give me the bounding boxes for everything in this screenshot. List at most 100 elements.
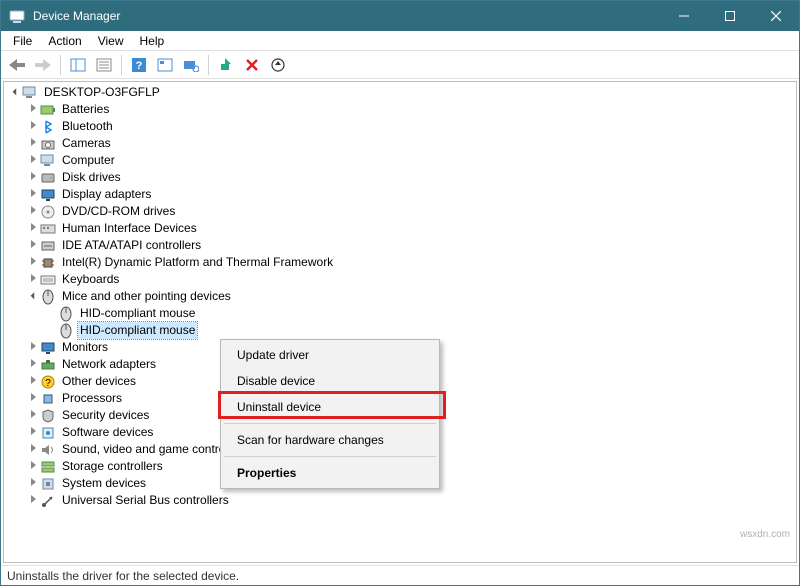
storage-icon (40, 459, 56, 475)
battery-icon (40, 102, 56, 118)
ctx-separator (224, 423, 436, 424)
tree-node[interactable]: Cameras (60, 135, 113, 152)
network-icon (40, 357, 56, 373)
tree-node[interactable]: Keyboards (60, 271, 121, 288)
minimize-button[interactable] (661, 1, 707, 31)
expand-arrow[interactable] (26, 118, 40, 135)
expand-arrow[interactable] (26, 339, 40, 356)
tree-node[interactable]: Display adapters (60, 186, 153, 203)
toolbar-icon-2[interactable] (153, 53, 177, 77)
expand-arrow[interactable] (26, 424, 40, 441)
tree-node[interactable]: Other devices (60, 373, 138, 390)
tree-root-label[interactable]: DESKTOP-O3FGFLP (42, 84, 162, 101)
statusbar-text: Uninstalls the driver for the selected d… (7, 569, 239, 583)
ctx-update-driver[interactable]: Update driver (223, 342, 437, 368)
ctx-uninstall-device[interactable]: Uninstall device (223, 394, 437, 420)
show-hide-tree-button[interactable] (66, 53, 90, 77)
ctx-scan-hardware[interactable]: Scan for hardware changes (223, 427, 437, 453)
tree-node[interactable]: DVD/CD-ROM drives (60, 203, 177, 220)
mouse-icon (58, 306, 74, 322)
close-button[interactable] (753, 1, 799, 31)
other-icon: ? (40, 374, 56, 390)
help-button[interactable]: ? (127, 53, 151, 77)
forward-button[interactable] (31, 53, 55, 77)
expand-arrow[interactable] (26, 390, 40, 407)
tree-node[interactable]: Intel(R) Dynamic Platform and Thermal Fr… (60, 254, 335, 271)
scan-hardware-button[interactable] (179, 53, 203, 77)
expand-arrow[interactable] (26, 254, 40, 271)
tree-node-hid-mouse[interactable]: HID-compliant mouse (78, 305, 197, 322)
titlebar: Device Manager (1, 1, 799, 31)
tree-node[interactable]: Network adapters (60, 356, 158, 373)
uninstall-device-button[interactable] (240, 53, 264, 77)
expand-arrow[interactable] (26, 152, 40, 169)
expand-arrow[interactable] (26, 475, 40, 492)
expand-arrow[interactable] (8, 84, 22, 101)
expand-arrow[interactable] (26, 203, 40, 220)
menu-help[interactable]: Help (132, 32, 173, 50)
tree-node[interactable]: Monitors (60, 339, 110, 356)
menu-view[interactable]: View (90, 32, 132, 50)
ctx-disable-device[interactable]: Disable device (223, 368, 437, 394)
usb-icon (40, 493, 56, 509)
bluetooth-icon (40, 119, 56, 135)
expand-arrow[interactable] (26, 220, 40, 237)
expand-arrow[interactable] (26, 373, 40, 390)
svg-text:?: ? (45, 378, 51, 389)
menubar: File Action View Help (1, 31, 799, 51)
watermark: wsxdn.com (740, 529, 790, 540)
tree-node[interactable]: Bluetooth (60, 118, 115, 135)
back-button[interactable] (5, 53, 29, 77)
tree-node[interactable]: IDE ATA/ATAPI controllers (60, 237, 203, 254)
tree-node[interactable]: Software devices (60, 424, 155, 441)
window-title: Device Manager (33, 9, 661, 23)
update-driver-button[interactable] (266, 53, 290, 77)
tree-node[interactable]: Batteries (60, 101, 111, 118)
hid-icon (40, 221, 56, 237)
expand-arrow[interactable] (26, 237, 40, 254)
properties-button[interactable] (92, 53, 116, 77)
menu-file[interactable]: File (5, 32, 40, 50)
expand-arrow[interactable] (26, 492, 40, 509)
cpu-icon (40, 391, 56, 407)
computer-icon (40, 153, 56, 169)
computer-icon (22, 85, 38, 101)
expand-arrow[interactable] (26, 169, 40, 186)
tree-node-mice[interactable]: Mice and other pointing devices (60, 288, 233, 305)
software-icon (40, 425, 56, 441)
expand-arrow[interactable] (26, 356, 40, 373)
tree-node[interactable]: Disk drives (60, 169, 123, 186)
tree-node-hid-mouse-selected[interactable]: HID-compliant mouse (78, 322, 197, 339)
svg-text:?: ? (136, 60, 143, 72)
tree-node[interactable]: System devices (60, 475, 148, 492)
mouse-icon (40, 289, 56, 305)
ctx-properties[interactable]: Properties (223, 460, 437, 486)
maximize-button[interactable] (707, 1, 753, 31)
expand-arrow[interactable] (26, 101, 40, 118)
disk-icon (40, 170, 56, 186)
device-manager-window: Device Manager File Action View Help ? (0, 0, 800, 586)
tree-node[interactable]: Storage controllers (60, 458, 165, 475)
expand-arrow[interactable] (26, 288, 40, 305)
keyboard-icon (40, 272, 56, 288)
expand-arrow[interactable] (26, 407, 40, 424)
device-tree[interactable]: DESKTOP-O3FGFLP BatteriesBluetoothCamera… (3, 81, 797, 563)
tree-node[interactable]: Processors (60, 390, 124, 407)
tree-node[interactable]: Computer (60, 152, 117, 169)
enable-device-button[interactable] (214, 53, 238, 77)
camera-icon (40, 136, 56, 152)
expand-arrow[interactable] (26, 135, 40, 152)
menu-action[interactable]: Action (40, 32, 89, 50)
context-menu: Update driver Disable device Uninstall d… (220, 339, 440, 489)
display-icon (40, 187, 56, 203)
tree-node[interactable]: Security devices (60, 407, 151, 424)
tree-node[interactable]: Human Interface Devices (60, 220, 199, 237)
expand-arrow[interactable] (26, 458, 40, 475)
system-icon (40, 476, 56, 492)
expand-arrow[interactable] (26, 441, 40, 458)
ctx-separator (224, 456, 436, 457)
tree-node[interactable]: Universal Serial Bus controllers (60, 492, 231, 509)
expand-arrow[interactable] (26, 186, 40, 203)
expand-arrow[interactable] (26, 271, 40, 288)
toolbar: ? (1, 51, 799, 79)
